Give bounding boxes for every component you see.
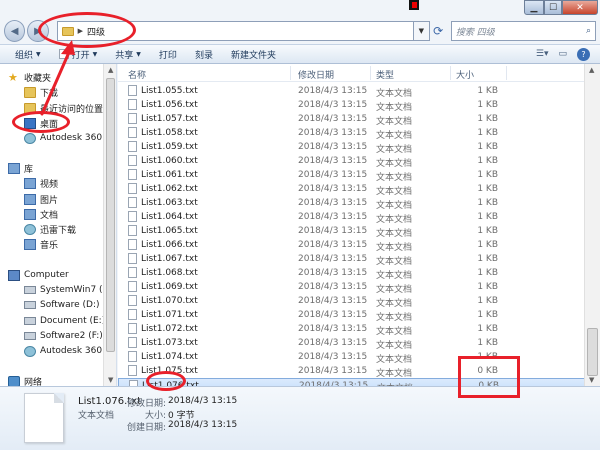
explorer-window: ▁ ☐ ✕ ◀ ▶ ▶ 四级 ▼ ⟳ 搜索 四级 ⌕ 组织 ▼ 打开 ▼ 共享 ▼ 打… [0,0,600,450]
arrow-shaft [40,48,72,116]
annotation-arrow [40,40,75,116]
arrow-head-icon [61,40,75,55]
